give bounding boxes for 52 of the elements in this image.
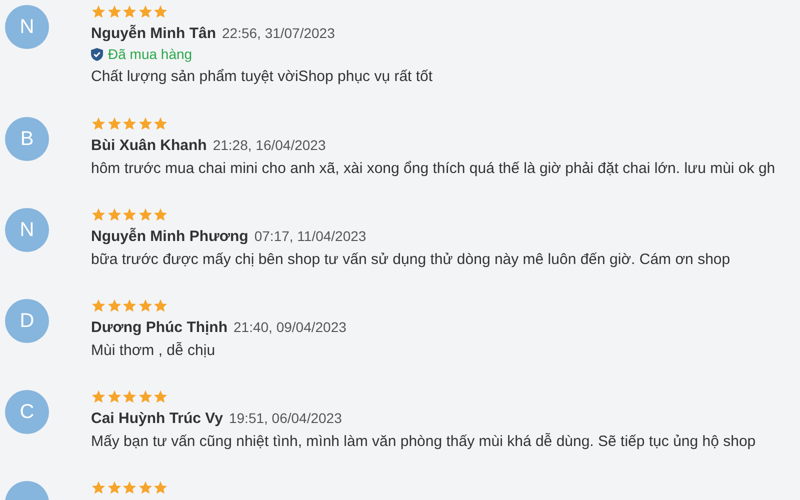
review-time: 21:40, 09/04/2023 xyxy=(234,319,346,335)
star-icon xyxy=(91,116,106,131)
avatar: C xyxy=(5,390,49,434)
star-icon xyxy=(122,389,137,404)
star-icon xyxy=(91,4,106,19)
avatar: D xyxy=(5,299,49,343)
star-icon xyxy=(122,116,137,131)
star-icon xyxy=(106,116,122,131)
review-text: Mùi thơm , dễ chịu xyxy=(91,342,216,359)
reviewer-name: Nguyễn Minh Phương xyxy=(91,228,248,245)
review-time: 07:17, 11/04/2023 xyxy=(254,228,366,244)
star-icon xyxy=(138,480,152,495)
star-icon xyxy=(106,389,122,404)
shield-check-icon xyxy=(91,48,103,60)
star-icon xyxy=(153,298,168,313)
star-icon xyxy=(122,207,137,222)
star-icon xyxy=(153,207,168,222)
star-icon xyxy=(91,389,106,404)
review-text: Chất lượng sản phẩm tuyệt vờiShop phục vụ rất tốt xyxy=(91,68,433,85)
star-icon xyxy=(138,4,152,19)
star-icon xyxy=(138,298,152,313)
star-icon xyxy=(91,207,106,222)
star-icon xyxy=(106,480,122,495)
star-icon xyxy=(106,4,122,19)
review-time: 22:56, 31/07/2023 xyxy=(222,25,335,41)
reviewer-name: Cai Huỳnh Trúc Vy xyxy=(91,410,223,427)
star-icon xyxy=(138,207,152,222)
review-text: Mấy bạn tư vấn cũng nhiệt tình, mình làm văn phòng thấy mùi khá dễ dùng. Sẽ tiếp tục ủng hộ shop xyxy=(91,433,756,450)
reviewer-name: Nguyễn Minh Tân xyxy=(91,25,216,42)
avatar: B xyxy=(5,117,49,161)
review-text: bữa trước được mấy chị bên shop tư vấn sử dụng thử dòng này mê luôn đến giờ. Cám ơn shop xyxy=(91,251,730,268)
reviewer-name: Bùi Xuân Khanh xyxy=(91,137,207,154)
star-icon xyxy=(122,480,137,495)
star-icon xyxy=(106,207,122,222)
star-icon xyxy=(153,480,168,495)
avatar: N xyxy=(5,5,49,49)
star-icon xyxy=(138,116,152,131)
reviewer-name: Dương Phúc Thịnh xyxy=(91,319,228,336)
avatar: N xyxy=(5,208,49,252)
star-icon xyxy=(153,116,168,131)
star-icon xyxy=(122,4,137,19)
star-icon xyxy=(153,389,168,404)
star-icon xyxy=(106,298,122,313)
star-icon xyxy=(91,298,106,313)
review-text: hôm trước mua chai mini cho anh xã, xài xong ổng thích quá thế là giờ phải đặt chai lớn. lưu mùi ok gh xyxy=(91,160,776,177)
review-time: 19:51, 06/04/2023 xyxy=(228,410,342,426)
review-time: 21:28, 16/04/2023 xyxy=(212,137,326,153)
star-icon xyxy=(153,4,168,19)
star-icon xyxy=(91,480,106,495)
star-icon xyxy=(122,298,137,313)
purchased-label: Đã mua hàng xyxy=(108,46,192,62)
star-icon xyxy=(138,389,152,404)
